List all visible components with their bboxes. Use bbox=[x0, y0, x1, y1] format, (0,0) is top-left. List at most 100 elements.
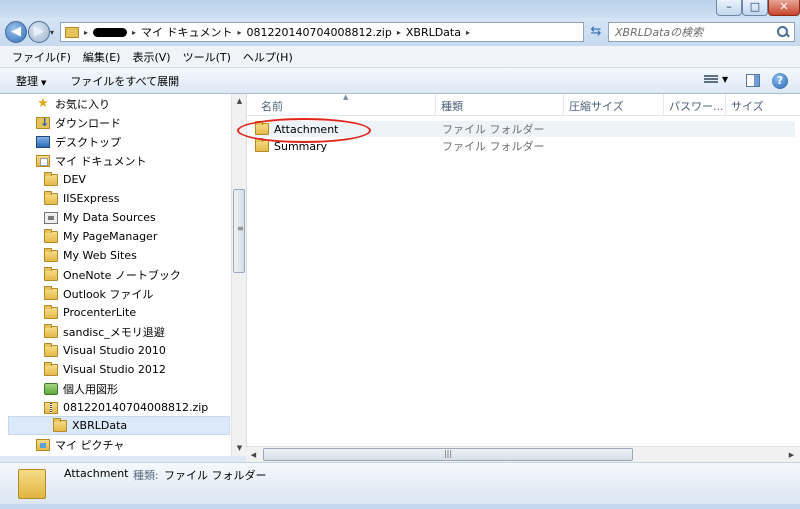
file-row-attachment[interactable]: Attachment ファイル フォルダー bbox=[255, 121, 795, 137]
data-sources-icon bbox=[44, 211, 58, 224]
nav-label: ダウンロード bbox=[55, 116, 121, 130]
column-divider[interactable] bbox=[663, 94, 664, 116]
nav-label: sandisc_メモリ退避 bbox=[63, 325, 165, 339]
nav-label: My PageManager bbox=[63, 230, 158, 243]
nav-label: お気に入り bbox=[55, 97, 110, 111]
close-button[interactable]: ✕ bbox=[768, 0, 800, 16]
nav-item-my-pagemanager[interactable]: My PageManager bbox=[44, 227, 157, 246]
maximize-button[interactable]: □ bbox=[742, 0, 768, 16]
nav-label: XBRLData bbox=[72, 419, 128, 432]
nav-label: マイ ピクチャ bbox=[55, 438, 125, 452]
nav-label: ProcenterLite bbox=[63, 306, 137, 319]
nav-scroll-thumb[interactable]: ≡ bbox=[233, 189, 245, 273]
chevron-right-icon[interactable]: ▸ bbox=[397, 28, 401, 37]
sort-ascending-icon: ▲ bbox=[343, 93, 349, 101]
nav-item-zip[interactable]: 081220140704008812.zip bbox=[44, 398, 208, 417]
folder-icon bbox=[44, 285, 58, 300]
menu-file[interactable]: ファイル(F) bbox=[12, 49, 71, 65]
recent-pages-dropdown[interactable]: ▾ bbox=[50, 28, 54, 37]
desktop-icon bbox=[36, 135, 50, 148]
nav-label: Visual Studio 2010 bbox=[63, 344, 166, 357]
column-divider[interactable] bbox=[435, 94, 436, 116]
chevron-right-icon[interactable]: ▸ bbox=[84, 28, 88, 37]
nav-item-my-pictures[interactable]: マイ ピクチャ bbox=[36, 435, 124, 454]
scroll-right-arrow[interactable]: ▶ bbox=[784, 447, 799, 463]
nav-item-downloads[interactable]: ダウンロード bbox=[36, 113, 121, 132]
shapes-icon bbox=[44, 382, 58, 395]
nav-item-iisexpress[interactable]: IISExpress bbox=[44, 189, 119, 208]
breadcrumb-zip[interactable]: 081220140704008812.zip bbox=[247, 26, 392, 39]
grip-icon: ≡ bbox=[237, 224, 244, 233]
address-bar[interactable]: ▸ ▸ マイ ドキュメント ▸ 081220140704008812.zip ▸… bbox=[60, 22, 584, 42]
nav-item-vs2010[interactable]: Visual Studio 2010 bbox=[44, 341, 166, 360]
folder-icon bbox=[44, 247, 58, 262]
column-type[interactable]: 種類 bbox=[441, 98, 463, 114]
nav-item-personal-shapes[interactable]: 個人用図形 bbox=[44, 379, 118, 398]
star-icon: ★ bbox=[37, 95, 49, 111]
folder-icon bbox=[53, 417, 67, 432]
preview-pane-icon[interactable] bbox=[746, 74, 760, 87]
views-dropdown[interactable]: ▼ bbox=[722, 75, 728, 84]
chevron-right-icon[interactable]: ▸ bbox=[238, 28, 242, 37]
nav-item-outlook[interactable]: Outlook ファイル bbox=[44, 284, 153, 303]
nav-label: Outlook ファイル bbox=[63, 287, 154, 301]
horizontal-scrollbar[interactable]: ◀ ||| ▶ bbox=[246, 446, 800, 462]
nav-item-dev[interactable]: DEV bbox=[44, 170, 86, 189]
search-input[interactable]: XBRLDataの検索 bbox=[609, 24, 776, 40]
chevron-right-icon[interactable]: ▸ bbox=[132, 28, 136, 37]
search-box[interactable]: XBRLDataの検索 bbox=[608, 22, 795, 42]
nav-scrollbar[interactable]: ▲ ≡ ▼ bbox=[231, 94, 246, 456]
column-divider[interactable] bbox=[725, 94, 726, 116]
scroll-up-arrow[interactable]: ▲ bbox=[232, 94, 247, 109]
nav-label: 081220140704008812.zip bbox=[63, 401, 209, 414]
details-type-value: ファイル フォルダー bbox=[164, 469, 267, 482]
organize-button[interactable]: 整理 ▼ bbox=[16, 73, 46, 89]
scroll-down-arrow[interactable]: ▼ bbox=[232, 441, 247, 456]
column-password[interactable]: パスワー... bbox=[669, 98, 724, 114]
nav-item-favorites[interactable]: ★ お気に入り bbox=[36, 94, 110, 113]
column-divider[interactable] bbox=[563, 94, 564, 116]
minimize-button[interactable]: – bbox=[716, 0, 742, 16]
column-compressed-size[interactable]: 圧縮サイズ bbox=[569, 98, 624, 114]
file-name: Attachment bbox=[274, 122, 339, 136]
details-type-label: 種類: bbox=[133, 469, 159, 482]
file-type: ファイル フォルダー bbox=[442, 123, 545, 136]
chevron-right-icon[interactable]: ▸ bbox=[466, 28, 470, 37]
file-row-summary[interactable]: Summary ファイル フォルダー bbox=[255, 138, 795, 154]
menu-view[interactable]: 表示(V) bbox=[132, 49, 170, 65]
nav-item-my-documents[interactable]: マイ ドキュメント bbox=[36, 151, 147, 170]
nav-item-my-web-sites[interactable]: My Web Sites bbox=[44, 246, 137, 265]
menu-edit[interactable]: 編集(E) bbox=[83, 49, 121, 65]
window-bottom-edge bbox=[0, 504, 800, 509]
horizontal-scroll-thumb[interactable]: ||| bbox=[263, 448, 633, 461]
menu-help[interactable]: ヘルプ(H) bbox=[243, 49, 293, 65]
help-icon[interactable]: ? bbox=[772, 73, 788, 89]
details-item-name: Attachment bbox=[64, 467, 129, 480]
nav-item-sandisc[interactable]: sandisc_メモリ退避 bbox=[44, 322, 165, 341]
breadcrumb-my-documents[interactable]: マイ ドキュメント bbox=[141, 24, 233, 40]
forward-button[interactable]: ▶ bbox=[28, 21, 50, 43]
search-icon[interactable] bbox=[776, 25, 790, 39]
extract-all-button[interactable]: ファイルをすべて展開 bbox=[70, 73, 179, 89]
nav-item-procenterlite[interactable]: ProcenterLite bbox=[44, 303, 136, 322]
nav-label: OneNote ノートブック bbox=[63, 268, 181, 282]
nav-label: Visual Studio 2012 bbox=[63, 363, 166, 376]
redacted-crumb bbox=[93, 27, 128, 37]
change-view-icon[interactable] bbox=[704, 74, 718, 86]
nav-item-my-data-sources[interactable]: My Data Sources bbox=[44, 208, 156, 227]
refresh-icon[interactable]: ⇆ bbox=[586, 22, 606, 42]
back-button[interactable]: ◀ bbox=[5, 21, 27, 43]
nav-item-vs2012[interactable]: Visual Studio 2012 bbox=[44, 360, 166, 379]
column-size[interactable]: サイズ bbox=[731, 98, 764, 114]
breadcrumb-xbrldata[interactable]: XBRLData bbox=[406, 26, 461, 39]
folder-icon bbox=[44, 190, 58, 205]
menu-tools[interactable]: ツール(T) bbox=[183, 49, 231, 65]
navigation-pane: ★ お気に入り ダウンロード デスクトップ マイ ドキュメント DEV IISEx… bbox=[0, 94, 246, 456]
nav-item-onenote[interactable]: OneNote ノートブック bbox=[44, 265, 181, 284]
organize-label: 整理 bbox=[16, 74, 38, 88]
nav-label: DEV bbox=[63, 173, 86, 186]
nav-item-xbrldata[interactable]: XBRLData bbox=[8, 416, 230, 435]
column-name[interactable]: 名前 bbox=[261, 98, 283, 114]
scroll-left-arrow[interactable]: ◀ bbox=[246, 447, 261, 463]
nav-item-desktop[interactable]: デスクトップ bbox=[36, 132, 121, 151]
